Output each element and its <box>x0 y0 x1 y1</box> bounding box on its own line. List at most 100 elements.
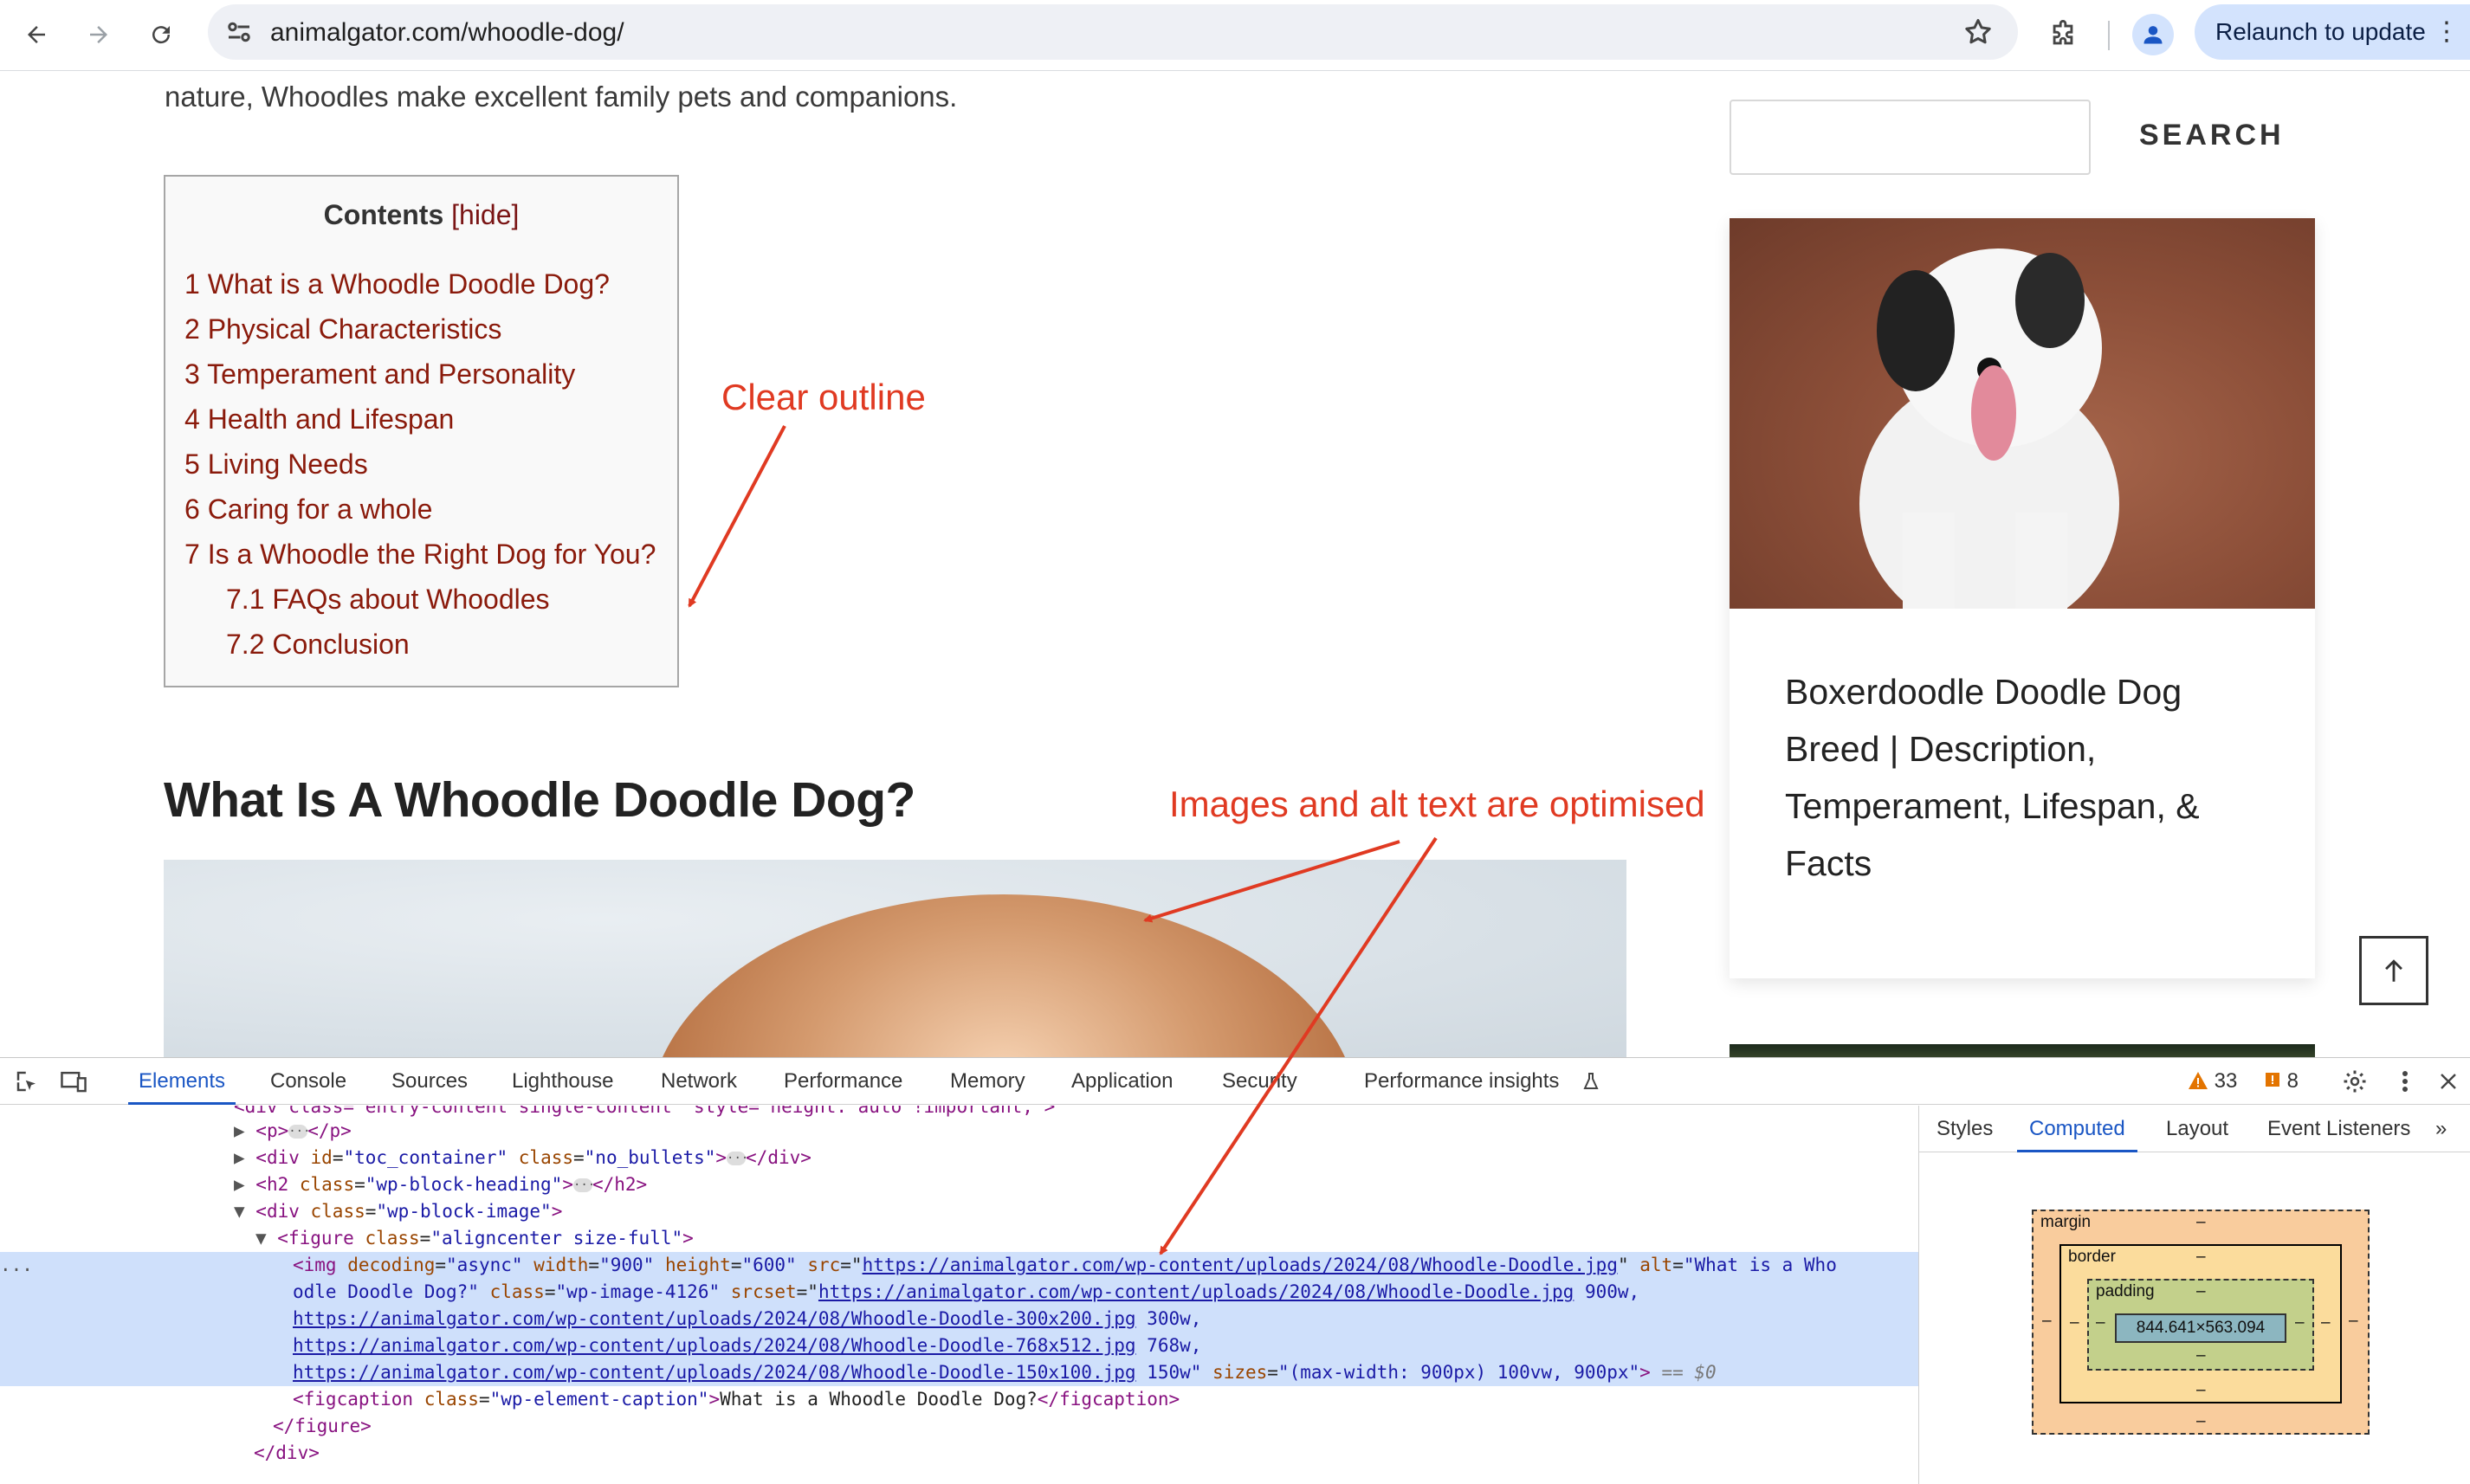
toc-link[interactable]: 2 Physical Characteristics <box>184 312 656 357</box>
dom-tree[interactable]: <div class="entry-content single-content… <box>0 1106 1918 1484</box>
toc-link[interactable]: 6 Caring for a whole <box>184 492 656 537</box>
border-left-value: – <box>2070 1313 2079 1332</box>
dom-line-div-close[interactable]: </div> <box>0 1440 1918 1467</box>
table-of-contents: Contents [hide] 1 What is a Whoodle Dood… <box>164 175 679 687</box>
tab-layout[interactable]: Layout <box>2166 1106 2228 1152</box>
back-button[interactable] <box>14 12 59 57</box>
annotation-images-alt: Images and alt text are optimised <box>1169 784 1705 824</box>
toc-sublink[interactable]: 7.1 FAQs about Whoodles <box>184 582 656 627</box>
profile-avatar[interactable] <box>2132 14 2174 55</box>
toc-list: 1 What is a Whoodle Doodle Dog? 2 Physic… <box>184 267 656 672</box>
tab-memory[interactable]: Memory <box>950 1058 1025 1105</box>
section-heading: What Is A Whoodle Doodle Dog? <box>164 772 915 828</box>
tab-performance-insights[interactable]: Performance insights <box>1364 1058 1559 1105</box>
warnings-count: 33 <box>2214 1069 2238 1093</box>
device-toolbar-icon[interactable] <box>59 1067 88 1096</box>
tab-application[interactable]: Application <box>1071 1058 1173 1105</box>
dom-line-figure-close[interactable]: </figure> <box>0 1413 1918 1440</box>
url-text[interactable]: animalgator.com/whoodle-dog/ <box>270 18 624 48</box>
person-icon <box>2143 26 2163 44</box>
dog-illustration <box>1859 248 2119 609</box>
forward-button[interactable] <box>76 12 121 57</box>
flask-icon <box>1576 1067 1606 1096</box>
warning-triangle-icon <box>2189 1072 2208 1089</box>
margin-left-value: – <box>2042 1312 2052 1330</box>
puzzle-icon <box>2053 20 2073 45</box>
inspect-element-icon[interactable] <box>12 1067 42 1096</box>
tab-console[interactable]: Console <box>270 1058 346 1105</box>
toc-sublink[interactable]: 7.2 Conclusion <box>184 627 656 672</box>
dom-line-figure[interactable]: ▼ <figure class="aligncenter size-full"> <box>0 1225 1918 1252</box>
search-button[interactable]: SEARCH <box>2139 119 2285 152</box>
tab-performance[interactable]: Performance <box>784 1058 902 1105</box>
address-bar[interactable]: animalgator.com/whoodle-dog/ <box>208 4 2018 60</box>
margin-label: margin <box>2040 1213 2092 1231</box>
warnings-counter[interactable]: 33 <box>2188 1058 2237 1105</box>
site-info-icon[interactable] <box>223 16 255 48</box>
img-src-link[interactable]: https://animalgator.com/wp-content/uploa… <box>863 1255 1618 1275</box>
issue-flag-icon <box>2266 1073 2279 1087</box>
annotation-clear-outline: Clear outline <box>721 377 926 417</box>
dom-line-img-selected[interactable]: <img decoding="async" width="900" height… <box>0 1252 1918 1279</box>
boxerdoodle-image[interactable] <box>1730 218 2315 609</box>
reload-button[interactable] <box>139 12 184 57</box>
dom-line-h2[interactable]: ▶ <h2 class="wp-block-heading">···</h2> <box>0 1171 1918 1198</box>
toc-link[interactable]: 7 Is a Whoodle the Right Dog for You? <box>184 537 656 582</box>
issues-counter[interactable]: 8 <box>2264 1058 2299 1105</box>
border-top-value: – <box>2196 1248 2206 1266</box>
styles-sidebar: Styles Computed Layout Event Listeners »… <box>1918 1106 2470 1484</box>
related-post-card[interactable]: Boxerdoodle Doodle Dog Breed | Descripti… <box>1730 218 2315 978</box>
margin-top-value: – <box>2196 1213 2206 1231</box>
srcset-link[interactable]: https://animalgator.com/wp-content/uploa… <box>293 1308 1136 1329</box>
dom-line-img-cont-3[interactable]: https://animalgator.com/wp-content/uploa… <box>0 1332 1918 1359</box>
dom-gutter-dots[interactable]: ... <box>0 1252 35 1279</box>
dom-line-img-cont-2[interactable]: https://animalgator.com/wp-content/uploa… <box>0 1306 1918 1332</box>
scroll-to-top-button[interactable] <box>2359 936 2428 1005</box>
kebab-menu-icon[interactable] <box>2390 1067 2420 1096</box>
back-arrow-icon <box>28 26 45 43</box>
more-menu-icon[interactable]: ⋮ <box>2434 4 2460 60</box>
dom-line-figcaption[interactable]: <figcaption class="wp-element-caption">W… <box>0 1386 1918 1413</box>
toc-hide-link[interactable]: [hide] <box>451 199 519 230</box>
box-model-margin: margin – – – – border – – – – padding – … <box>2032 1210 2370 1435</box>
dom-line-wp-block-image[interactable]: ▼ <div class="wp-block-image"> <box>0 1198 1918 1225</box>
search-input[interactable] <box>1730 100 2091 175</box>
tab-security[interactable]: Security <box>1222 1058 1297 1105</box>
tab-styles[interactable]: Styles <box>1937 1106 1993 1152</box>
toc-header: Contents [hide] <box>165 199 677 231</box>
tab-event-listeners[interactable]: Event Listeners <box>2267 1106 2410 1152</box>
tab-network[interactable]: Network <box>661 1058 737 1105</box>
dom-line-p[interactable]: ▶ <p>···</p> <box>0 1118 1918 1145</box>
srcset-link[interactable]: https://animalgator.com/wp-content/uploa… <box>818 1281 1574 1302</box>
tab-computed[interactable]: Computed <box>2017 1106 2137 1152</box>
settings-gear-icon[interactable] <box>2340 1067 2370 1096</box>
toc-link[interactable]: 4 Health and Lifespan <box>184 402 656 447</box>
toc-link[interactable]: 1 What is a Whoodle Doodle Dog? <box>184 267 656 312</box>
dom-line-toc-container[interactable]: ▶ <div id="toc_container" class="no_bull… <box>0 1145 1918 1171</box>
card-title[interactable]: Boxerdoodle Doodle Dog Breed | Descripti… <box>1785 663 2270 892</box>
tab-lighthouse[interactable]: Lighthouse <box>512 1058 613 1105</box>
padding-left-value: – <box>2096 1313 2105 1332</box>
extensions-button[interactable] <box>2040 12 2085 57</box>
close-devtools-icon[interactable] <box>2434 1067 2463 1096</box>
padding-right-value: – <box>2295 1313 2305 1332</box>
margin-bottom-value: – <box>2196 1412 2206 1430</box>
forward-arrow-icon <box>90 26 107 43</box>
intro-paragraph: nature, Whoodles make excellent family p… <box>165 81 958 113</box>
toc-link[interactable]: 5 Living Needs <box>184 447 656 492</box>
srcset-link[interactable]: https://animalgator.com/wp-content/uploa… <box>293 1362 1136 1383</box>
more-tabs-icon[interactable]: » <box>2435 1106 2447 1152</box>
sidebar-tabbar: Styles Computed Layout Event Listeners » <box>1919 1106 2470 1152</box>
border-right-value: – <box>2321 1313 2331 1332</box>
dom-line-img-cont-4[interactable]: https://animalgator.com/wp-content/uploa… <box>0 1359 1918 1386</box>
bookmark-star-icon[interactable] <box>1962 16 1994 48</box>
border-bottom-value: – <box>2196 1381 2206 1399</box>
box-model-padding: padding – – – – 844.641×563.094 <box>2087 1279 2314 1371</box>
tab-sources[interactable]: Sources <box>391 1058 468 1105</box>
dom-line-img-cont-1[interactable]: odle Doodle Dog?" class="wp-image-4126" … <box>0 1279 1918 1306</box>
reload-icon <box>152 26 171 44</box>
toc-link[interactable]: 3 Temperament and Personality <box>184 357 656 402</box>
relaunch-button[interactable]: Relaunch to update ⋮ <box>2195 4 2470 60</box>
tab-elements[interactable]: Elements <box>127 1058 236 1105</box>
srcset-link[interactable]: https://animalgator.com/wp-content/uploa… <box>293 1335 1136 1356</box>
